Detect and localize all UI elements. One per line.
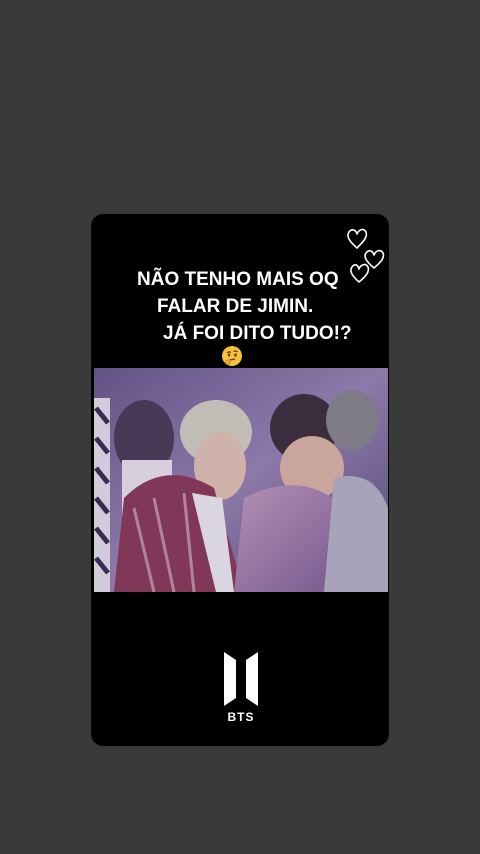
caption-line-3: JÁ FOI DITO TUDO!? bbox=[163, 323, 352, 344]
story-page: NÃO TENHO MAIS OQ FALAR DE JIMIN. JÁ FOI… bbox=[0, 0, 480, 854]
caption-line-1: NÃO TENHO MAIS OQ bbox=[137, 269, 339, 290]
thinking-face-emoji bbox=[222, 346, 242, 366]
bts-logo-icon bbox=[224, 652, 258, 706]
video-frame[interactable] bbox=[94, 368, 388, 592]
story-card[interactable]: NÃO TENHO MAIS OQ FALAR DE JIMIN. JÁ FOI… bbox=[91, 214, 389, 746]
brand-name: BTS bbox=[227, 710, 255, 724]
caption-line-2: FALAR DE JIMIN. bbox=[157, 296, 314, 317]
video-still bbox=[94, 368, 388, 592]
hearts-icon bbox=[347, 228, 385, 283]
